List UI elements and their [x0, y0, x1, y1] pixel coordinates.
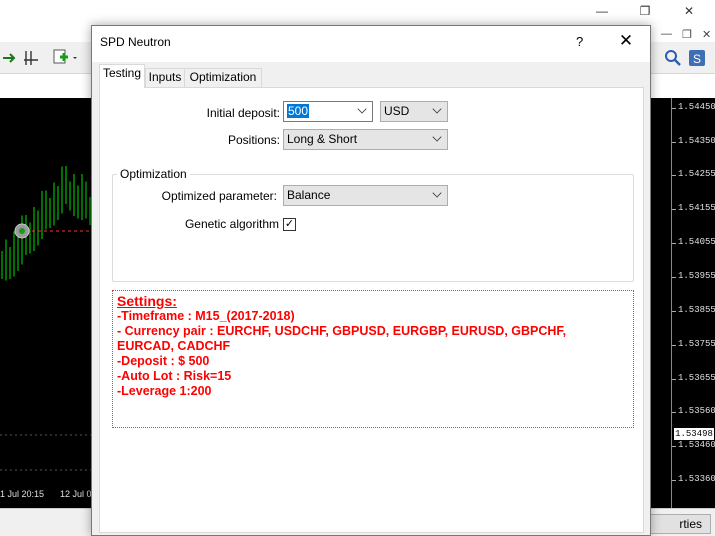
optimized-parameter-select[interactable]: Balance	[283, 185, 448, 206]
dialog-title: SPD Neutron	[100, 35, 171, 49]
initial-deposit-combo[interactable]: 500	[283, 101, 373, 122]
tab-inputs[interactable]: Inputs	[145, 68, 185, 87]
price-label: 1.54350	[678, 136, 715, 146]
inner-minimize-icon[interactable]: —	[661, 28, 672, 40]
positions-select[interactable]: Long & Short	[283, 129, 448, 150]
optimization-group-label: Optimization	[117, 167, 190, 181]
dialog-body: Testing Inputs Optimization Initial depo…	[92, 62, 650, 535]
price-label: 1.54255	[678, 169, 715, 179]
price-label: 1.54450	[678, 102, 715, 112]
currency-select[interactable]: USD	[380, 101, 448, 122]
testing-panel: Initial deposit: 500 USD Positions: Long…	[99, 87, 644, 533]
signals-icon[interactable]: S	[686, 47, 708, 69]
search-icon[interactable]	[662, 47, 684, 69]
price-label: 1.53655	[678, 373, 715, 383]
notes-line: -Leverage 1:200	[117, 384, 212, 398]
help-icon[interactable]: ?	[576, 34, 583, 49]
maximize-icon[interactable]: ❐	[635, 2, 655, 20]
chevron-down-icon	[432, 132, 442, 142]
optimized-parameter-value: Balance	[287, 188, 331, 202]
close-icon[interactable]: ✕	[614, 30, 638, 52]
price-axis: 1.54450 1.54350 1.54255 1.54155 1.54055 …	[671, 98, 715, 508]
positions-label: Positions:	[227, 133, 280, 147]
notes-line: - Currency pair : EURCHF, USDCHF, GBPUSD…	[117, 324, 567, 338]
genetic-algorithm-checkbox[interactable]: ✓	[283, 218, 296, 231]
settings-notes: Settings: -Timeframe : M15_(2017-2018) -…	[112, 290, 634, 428]
notes-line: -Auto Lot : Risk=15	[117, 369, 232, 383]
price-label: 1.54155	[678, 203, 715, 213]
notes-line: EURCAD, CADCHF	[117, 339, 231, 353]
notes-line: -Deposit : $ 500	[117, 354, 210, 368]
tab-testing[interactable]: Testing	[99, 64, 145, 88]
price-label: 1.53955	[678, 271, 715, 281]
tab-optimization[interactable]: Optimization	[184, 68, 262, 87]
price-label: 1.53855	[678, 305, 715, 315]
crosshair-icon[interactable]	[20, 47, 42, 69]
minimize-icon[interactable]: —	[592, 2, 612, 20]
optimized-parameter-label: Optimized parameter:	[161, 189, 277, 203]
inner-close-icon[interactable]: ✕	[702, 28, 711, 41]
toolbar-arrow-icon[interactable]	[0, 47, 22, 69]
initial-deposit-label: Initial deposit:	[206, 106, 280, 120]
notes-line: -Timeframe : M15_(2017-2018)	[117, 309, 295, 323]
positions-value: Long & Short	[287, 132, 358, 146]
price-label: 1.53560	[678, 406, 715, 416]
svg-text:S: S	[693, 52, 701, 66]
price-label: 1.53360	[678, 474, 715, 484]
current-price-label: 1.53498	[674, 428, 714, 440]
close-app-icon[interactable]: ✕	[679, 2, 699, 20]
chevron-down-icon	[432, 104, 442, 114]
chevron-down-icon	[432, 188, 442, 198]
spd-neutron-dialog: SPD Neutron ? ✕ Testing Inputs Optimizat…	[91, 25, 651, 536]
genetic-algorithm-label: Genetic algorithm	[184, 217, 279, 231]
chevron-down-icon	[357, 104, 367, 114]
initial-deposit-value: 500	[287, 104, 310, 118]
price-label: 1.53755	[678, 339, 715, 349]
price-label: 1.53460	[678, 440, 715, 450]
optimization-group: Optimization Optimized parameter: Balanc…	[112, 167, 634, 282]
new-order-icon[interactable]	[50, 47, 82, 69]
time-label: 12 Jul 0	[60, 489, 92, 499]
settings-heading: Settings:	[117, 293, 177, 309]
inner-restore-icon[interactable]: ❐	[682, 28, 692, 41]
currency-value: USD	[384, 104, 410, 118]
time-axis: 1 Jul 20:15 12 Jul 0	[0, 484, 93, 508]
time-label: 1 Jul 20:15	[0, 489, 45, 499]
price-label: 1.54055	[678, 237, 715, 247]
